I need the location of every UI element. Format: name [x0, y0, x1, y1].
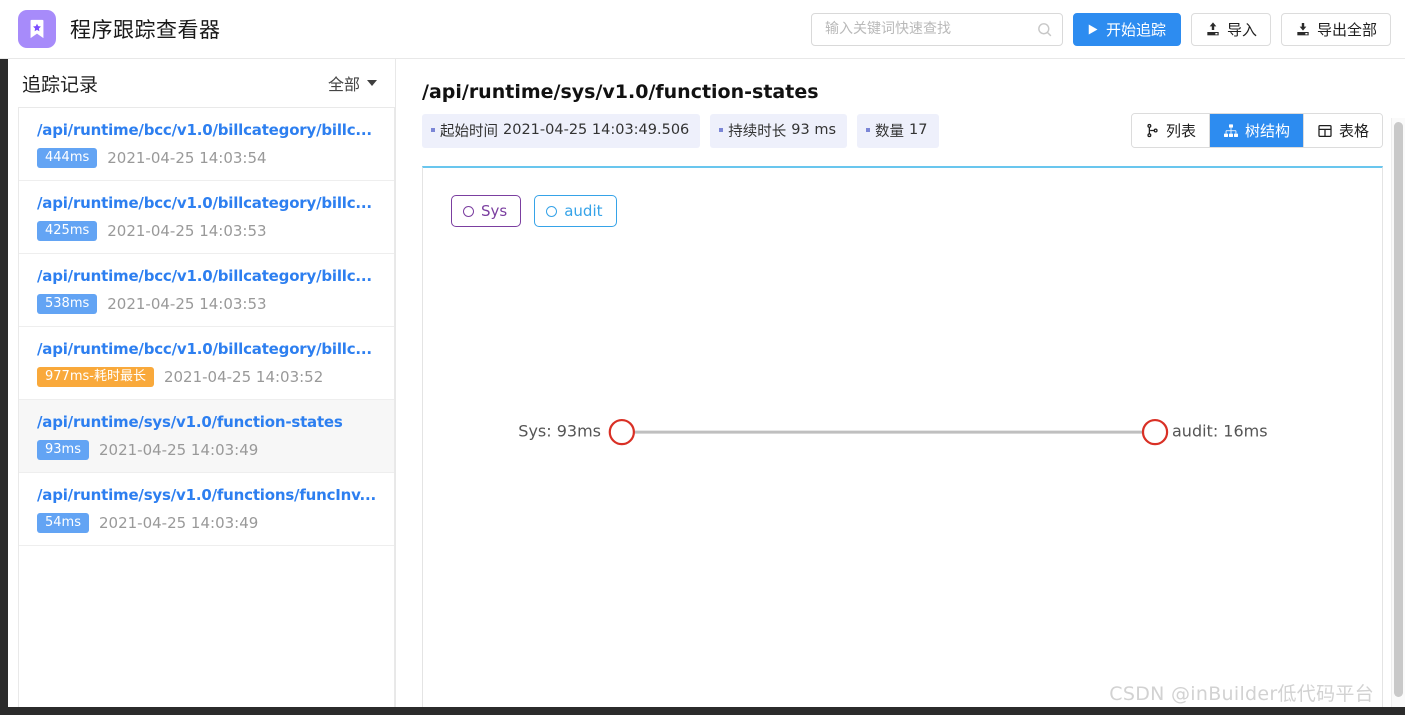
trace-item-time: 2021-04-25 14:03:53	[107, 295, 267, 313]
upload-icon	[1205, 21, 1221, 37]
chip-label: 起始时间	[440, 123, 498, 140]
trace-list-item[interactable]: /api/runtime/sys/v1.0/function-states 93m…	[19, 400, 394, 473]
trace-item-url: /api/runtime/sys/v1.0/functions/funcInv.…	[37, 486, 377, 504]
header-actions: 开始追踪 导入	[810, 12, 1391, 46]
sidebar-filter-dropdown[interactable]: 全部	[328, 71, 377, 95]
play-icon	[1085, 22, 1100, 37]
duration-badge: 425ms	[37, 221, 98, 241]
left-edge-rail	[0, 59, 8, 715]
view-mode-list[interactable]: 列表	[1131, 114, 1210, 147]
trace-list-item[interactable]: /api/runtime/bcc/v1.0/billcategory/billc…	[19, 254, 394, 327]
trace-detail-panel: /api/runtime/sys/v1.0/function-states 起始…	[396, 59, 1405, 715]
chip-bullet-icon	[431, 128, 435, 132]
chip-bullet-icon	[719, 128, 724, 132]
trace-item-meta: 54ms 2021-04-25 14:03:49	[37, 513, 378, 533]
chip-value: 93 ms	[791, 122, 837, 138]
graph-node-label-sys: Sys: 93ms	[518, 421, 601, 441]
summary-chip: 持续时长 93 ms	[710, 113, 848, 148]
trace-item-url: /api/runtime/bcc/v1.0/billcategory/billc…	[37, 121, 372, 139]
chip-value: 2021-04-25 14:03:49.506	[503, 122, 690, 138]
start-trace-button[interactable]: 开始追踪	[1072, 12, 1181, 46]
trace-item-meta: 93ms 2021-04-25 14:03:49	[37, 440, 378, 460]
search-input[interactable]	[822, 20, 1036, 38]
duration-badge: 977ms-耗时最长	[37, 367, 154, 387]
trace-item-meta: 977ms-耗时最长 2021-04-25 14:03:52	[37, 367, 378, 387]
import-label: 导入	[1226, 20, 1257, 39]
trace-detail-subheader: 起始时间 2021-04-25 14:03:49.506 持续时长 93 ms 数量 17…	[422, 113, 1383, 148]
trace-sidebar: 追踪记录 全部 /api/runtime/bcc/v1.0/billcatego…	[0, 59, 396, 715]
bookmark-star-icon	[18, 10, 56, 48]
trace-item-url: /api/runtime/bcc/v1.0/billcategory/billc…	[37, 194, 372, 212]
search-box[interactable]	[810, 12, 1063, 46]
chip-bullet-icon	[866, 128, 871, 132]
table-icon	[1317, 123, 1333, 139]
duration-badge: 93ms	[37, 440, 89, 460]
graph-node-label-audit: audit: 16ms	[1172, 421, 1268, 441]
start-trace-label: 开始追踪	[1105, 20, 1166, 39]
trace-item-time: 2021-04-25 14:03:52	[163, 368, 324, 386]
summary-chip: 起始时间 2021-04-25 14:03:49.506	[422, 113, 701, 148]
view-mode-label: 列表	[1165, 122, 1196, 140]
import-button[interactable]: 导入	[1190, 12, 1271, 46]
trace-item-meta: 538ms 2021-04-25 14:03:53	[37, 294, 378, 314]
tree-icon	[1223, 123, 1239, 139]
sitemap-list-icon	[1145, 123, 1160, 138]
chip-label: 持续时长	[728, 123, 787, 140]
trace-graph-panel: Sys audit Sys: 93ms audit: 16ms CSDN @inB…	[422, 166, 1383, 715]
graph-node-audit[interactable]	[1141, 418, 1169, 446]
chip-label: 数量	[875, 123, 905, 140]
trace-detail-title: /api/runtime/sys/v1.0/function-states	[422, 81, 819, 103]
app-header: 程序跟踪查看器 开始追踪	[0, 0, 1405, 59]
export-all-button[interactable]: 导出全部	[1280, 12, 1391, 46]
trace-item-time: 2021-04-25 14:03:53	[107, 222, 267, 240]
trace-item-time: 2021-04-25 14:03:49	[98, 441, 259, 459]
scrollbar-thumb[interactable]	[1394, 122, 1403, 697]
sidebar-filter-label: 全部	[327, 75, 360, 94]
trace-list[interactable]: /api/runtime/bcc/v1.0/billcategory/billc…	[18, 107, 395, 715]
duration-badge: 54ms	[37, 513, 89, 533]
trace-item-time: 2021-04-25 14:03:49	[98, 514, 259, 532]
view-mode-label: 树结构	[1244, 122, 1290, 140]
trace-list-item[interactable]: /api/runtime/sys/v1.0/functions/funcInv.…	[19, 473, 394, 546]
page-title: 程序跟踪查看器	[70, 18, 221, 42]
view-mode-tree[interactable]: 树结构	[1209, 114, 1304, 147]
trace-summary-chips: 起始时间 2021-04-25 14:03:49.506 持续时长 93 ms 数量 17	[422, 113, 939, 148]
trace-item-meta: 425ms 2021-04-25 14:03:53	[37, 221, 378, 241]
view-mode-toggle[interactable]: 列表 树结构 表格	[1130, 113, 1383, 148]
app-window: 程序跟踪查看器 开始追踪	[0, 0, 1405, 715]
trace-list-item[interactable]: /api/runtime/bcc/v1.0/billcategory/billc…	[19, 181, 394, 254]
sidebar-header: 追踪记录 全部	[8, 59, 395, 107]
duration-badge: 444ms	[37, 148, 98, 168]
app-body: 追踪记录 全部 /api/runtime/bcc/v1.0/billcatego…	[0, 59, 1405, 715]
duration-badge: 538ms	[37, 294, 98, 314]
sidebar-title: 追踪记录	[22, 73, 99, 96]
trace-item-url: /api/runtime/bcc/v1.0/billcategory/billc…	[37, 340, 372, 358]
trace-item-meta: 444ms 2021-04-25 14:03:54	[37, 148, 378, 168]
download-icon	[1295, 21, 1311, 37]
caret-down-icon	[367, 80, 377, 86]
trace-item-time: 2021-04-25 14:03:54	[107, 149, 267, 167]
export-all-label: 导出全部	[1316, 20, 1377, 39]
search-icon[interactable]	[1036, 21, 1053, 38]
page-scrollbar-vertical[interactable]	[1391, 118, 1405, 707]
brand: 程序跟踪查看器	[18, 10, 221, 48]
view-mode-table[interactable]: 表格	[1303, 114, 1382, 147]
summary-chip: 数量 17	[857, 113, 939, 148]
page-scrollbar-horizontal[interactable]	[0, 707, 1405, 715]
chip-value: 17	[909, 122, 928, 138]
trace-list-item[interactable]: /api/runtime/bcc/v1.0/billcategory/billc…	[19, 327, 394, 400]
trace-list-item[interactable]: /api/runtime/bcc/v1.0/billcategory/billc…	[19, 108, 394, 181]
trace-item-url: /api/runtime/bcc/v1.0/billcategory/billc…	[37, 267, 372, 285]
trace-item-url: /api/runtime/sys/v1.0/function-states	[37, 413, 343, 431]
graph-node-sys[interactable]	[608, 418, 635, 446]
view-mode-label: 表格	[1338, 122, 1369, 140]
